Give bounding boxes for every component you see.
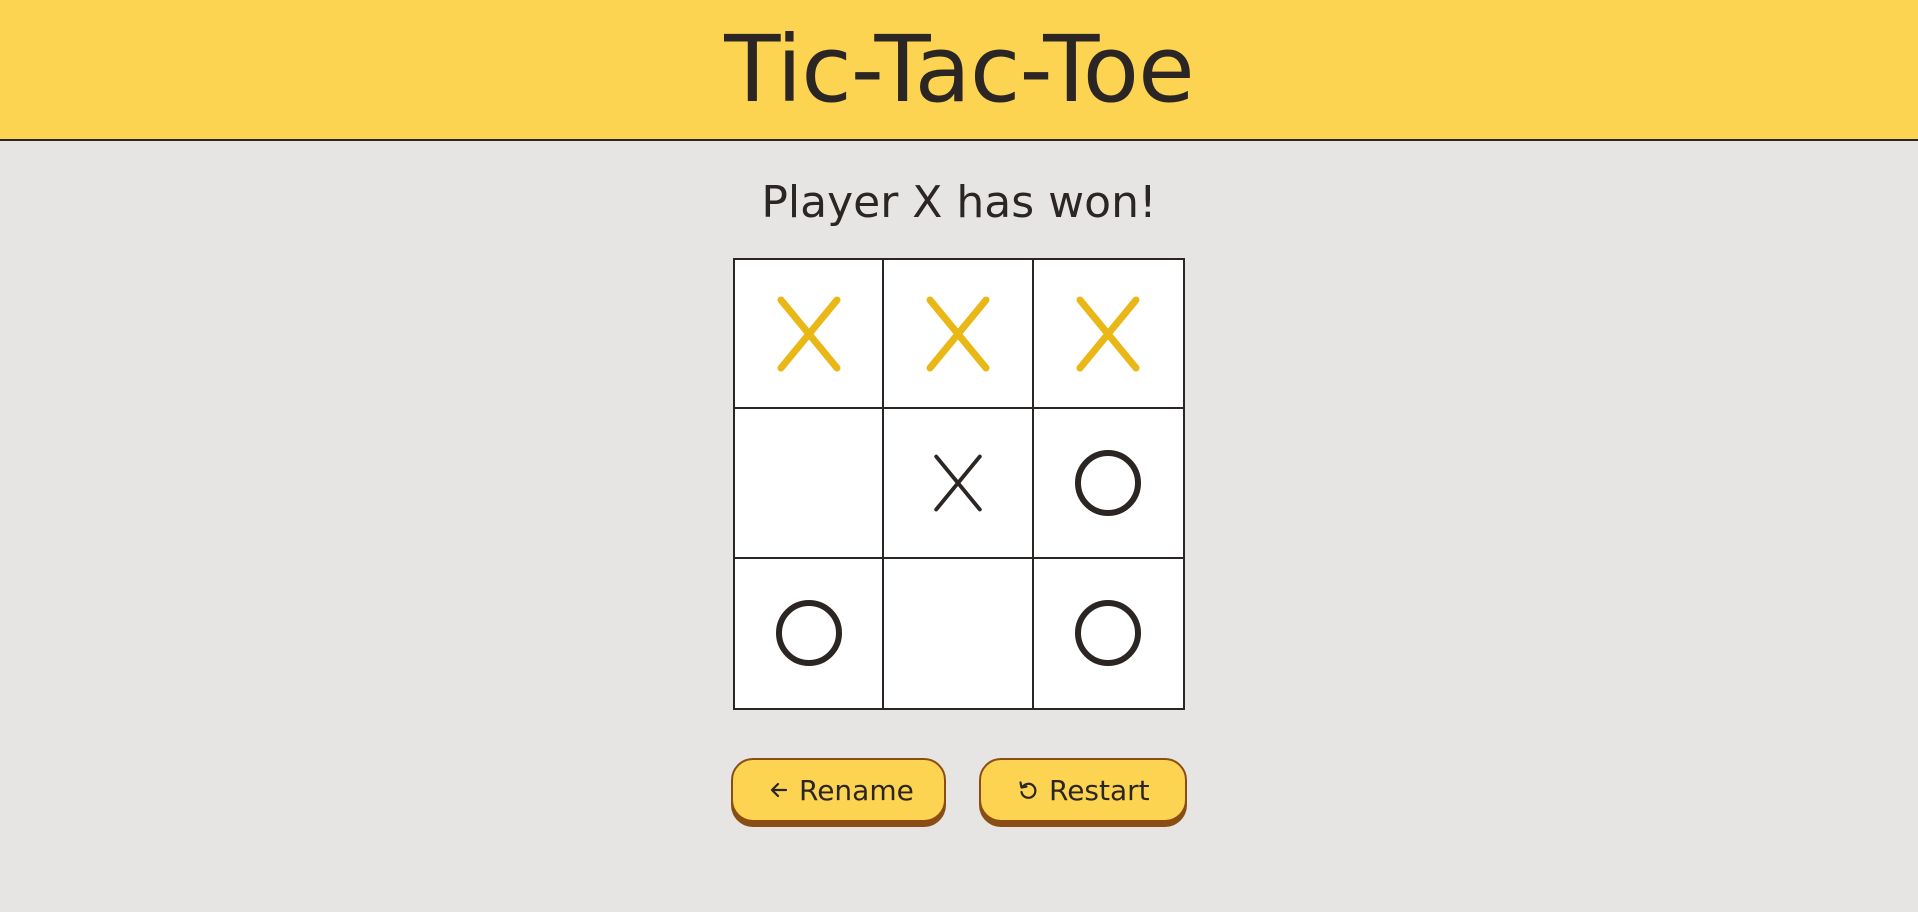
o-mark (775, 600, 842, 667)
game-status: Player X has won! (761, 177, 1157, 228)
page-title: Tic-Tac-Toe (724, 15, 1194, 123)
x-mark (934, 454, 982, 512)
board-cell-5[interactable] (884, 409, 1034, 559)
board-cell-2[interactable] (884, 260, 1034, 410)
restart-icon (1017, 779, 1039, 801)
board-cell-1[interactable] (735, 260, 885, 410)
rename-button[interactable]: Rename (731, 758, 946, 822)
x-mark-winning (926, 296, 990, 372)
board-cell-9[interactable] (1034, 559, 1183, 708)
x-mark-winning (1076, 296, 1140, 372)
board-cell-3[interactable] (1033, 260, 1183, 410)
app-header: Tic-Tac-Toe (0, 0, 1918, 141)
o-mark (1075, 600, 1142, 667)
o-mark (1075, 449, 1142, 516)
board-cell-6[interactable] (1033, 409, 1183, 559)
game-board (733, 258, 1185, 710)
x-mark-winning (777, 296, 841, 372)
restart-button-label: Restart (1049, 773, 1150, 807)
board-cell-4[interactable] (735, 409, 885, 559)
board-cell-8[interactable] (884, 558, 1034, 708)
rename-button-label: Rename (799, 773, 914, 807)
restart-button[interactable]: Restart (979, 758, 1187, 822)
board-cell-7[interactable] (735, 558, 885, 708)
arrow-left-icon (769, 780, 789, 800)
action-bar: Rename Restart (0, 758, 1918, 822)
